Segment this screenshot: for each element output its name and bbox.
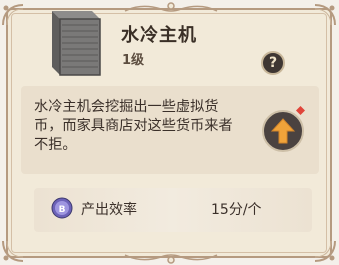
water-cooled-server-icon [52,11,101,76]
corner-ornament [314,240,336,262]
corner-ornament [314,4,336,26]
item-description: 水冷主机会挖掘出一些虚拟货币，而家具商店对这些货币来者不拒。 [34,99,233,153]
coin-icon: B [51,197,73,219]
stat-label: 产出效率 [81,202,137,218]
svg-text:B: B [59,205,66,215]
help-button[interactable]: ? [261,51,285,75]
bottom-scroll-ornament [124,254,218,264]
upgrade-arrow-icon [271,118,295,144]
stat-row [34,188,312,232]
item-name: 水冷主机 [121,25,197,46]
upgrade-button[interactable] [262,110,304,152]
question-icon: ? [268,55,278,71]
corner-ornament [2,240,24,262]
stat-value: 15分/个 [211,202,262,218]
notification-dot-icon [296,106,305,115]
item-header: 水冷主机 1级 ? [9,11,313,76]
item-level: 1级 [122,53,145,68]
